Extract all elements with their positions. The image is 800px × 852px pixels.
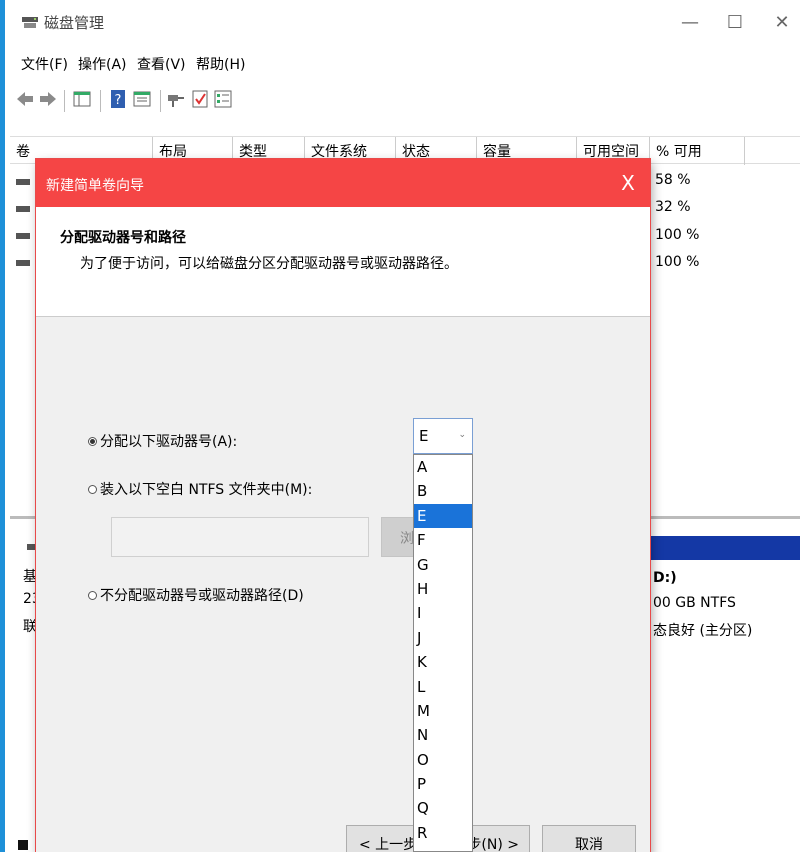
radio-selected-icon[interactable] <box>88 436 97 446</box>
toolbar-separator <box>100 90 101 112</box>
menu-file[interactable]: 文件(F) <box>21 54 68 74</box>
drive-letter-option[interactable]: L <box>414 675 472 699</box>
drive-letter-option[interactable]: K <box>414 650 472 674</box>
toolbar: ? <box>10 84 800 116</box>
disk-label-line: 基 <box>23 569 37 585</box>
minimize-button[interactable]: — <box>670 8 710 38</box>
drive-icon <box>16 179 30 185</box>
radio-no-drive-letter[interactable]: 不分配驱动器号或驱动器路径(D) <box>88 585 304 605</box>
percent-free-cell: 58 % <box>655 172 691 188</box>
drive-letter-value: E <box>419 427 429 445</box>
drive-letter-combobox[interactable]: E ⌄ <box>413 418 473 454</box>
disk-label-line: 联 <box>23 619 37 635</box>
wizard-heading: 分配驱动器号和路径 <box>60 230 186 246</box>
radio-assign-label: 分配以下驱动器号(A): <box>100 434 238 450</box>
column-header-percent-free[interactable]: % 可用 <box>650 137 745 165</box>
partition-name: D:) <box>653 570 677 586</box>
close-button[interactable]: ✕ <box>762 8 800 38</box>
drive-letter-option[interactable]: H <box>414 577 472 601</box>
menu-bar: 文件(F) 操作(A) 查看(V) 帮助(H) <box>10 48 800 80</box>
new-simple-volume-wizard: 新建简单卷向导 X 分配驱动器号和路径 为了便于访问，可以给磁盘分区分配驱动器号… <box>36 159 650 852</box>
menu-help[interactable]: 帮助(H) <box>196 54 245 74</box>
drive-letter-option[interactable]: R <box>414 821 472 845</box>
drive-icon <box>16 260 30 266</box>
checklist-icon[interactable] <box>190 89 210 109</box>
drive-letter-option[interactable]: O <box>414 748 472 772</box>
wizard-header: 分配驱动器号和路径 为了便于访问，可以给磁盘分区分配驱动器号或驱动器路径。 <box>36 207 650 317</box>
drive-icon <box>16 233 30 239</box>
wizard-close-button[interactable]: X <box>616 171 640 195</box>
title-bar: 磁盘管理 — ☐ ✕ <box>10 0 800 46</box>
radio-mount-ntfs-folder[interactable]: 装入以下空白 NTFS 文件夹中(M): <box>88 479 312 499</box>
drive-letter-option[interactable]: B <box>414 479 472 503</box>
menu-view[interactable]: 查看(V) <box>137 54 186 74</box>
legend-unallocated-swatch <box>18 840 28 850</box>
toolbar-separator <box>160 90 161 112</box>
wizard-title-bar: 新建简单卷向导 X <box>36 159 650 207</box>
chevron-down-icon[interactable]: ⌄ <box>458 430 466 440</box>
drive-letter-option[interactable]: E <box>414 503 472 529</box>
list-view-icon[interactable] <box>213 89 233 109</box>
radio-mount-label: 装入以下空白 NTFS 文件夹中(M): <box>100 482 313 498</box>
wizard-title: 新建简单卷向导 <box>46 178 144 194</box>
back-arrow-icon[interactable] <box>15 89 35 109</box>
drive-letter-option[interactable]: I <box>414 601 472 625</box>
drive-icon <box>16 206 30 212</box>
volume-drive-icons <box>16 179 30 266</box>
drive-letter-dropdown-list[interactable]: ABEFGHIJKLMNOPQR <box>413 454 473 852</box>
radio-assign-drive-letter[interactable]: 分配以下驱动器号(A): <box>88 431 237 451</box>
radio-unselected-icon[interactable] <box>88 484 97 494</box>
radio-unselected-icon[interactable] <box>88 590 97 600</box>
svg-text:?: ? <box>115 93 122 108</box>
disk-management-icon <box>22 17 38 28</box>
window-title: 磁盘管理 <box>44 14 105 32</box>
drive-letter-option[interactable]: A <box>414 455 472 479</box>
partition-status: 态良好 (主分区) <box>653 623 753 639</box>
partition-size: 00 GB NTFS <box>653 595 736 611</box>
toolbar-separator <box>64 90 65 112</box>
cancel-button[interactable]: 取消 <box>542 825 636 852</box>
console-tree-icon[interactable] <box>72 89 92 109</box>
drive-letter-option[interactable]: Q <box>414 796 472 820</box>
drive-letter-option[interactable]: M <box>414 699 472 723</box>
percent-free-cell: 32 % <box>655 199 691 215</box>
help-icon[interactable]: ? <box>108 89 128 109</box>
percent-free-cell: 100 % <box>655 254 700 270</box>
drive-letter-option[interactable]: J <box>414 626 472 650</box>
drive-letter-option[interactable]: F <box>414 528 472 552</box>
radio-none-label: 不分配驱动器号或驱动器路径(D) <box>100 588 304 604</box>
drive-letter-option[interactable]: N <box>414 723 472 747</box>
menu-action[interactable]: 操作(A) <box>78 54 127 74</box>
drive-letter-option[interactable]: P <box>414 772 472 796</box>
drive-letter-option[interactable]: G <box>414 553 472 577</box>
properties-icon[interactable] <box>132 89 152 109</box>
connect-disk-icon[interactable] <box>166 89 186 109</box>
forward-arrow-icon[interactable] <box>38 89 58 109</box>
wizard-description: 为了便于访问，可以给磁盘分区分配驱动器号或驱动器路径。 <box>80 256 458 272</box>
percent-free-cell: 100 % <box>655 227 700 243</box>
partition-bar[interactable] <box>650 536 800 560</box>
folder-path-input[interactable] <box>111 517 369 557</box>
maximize-button[interactable]: ☐ <box>715 8 755 38</box>
